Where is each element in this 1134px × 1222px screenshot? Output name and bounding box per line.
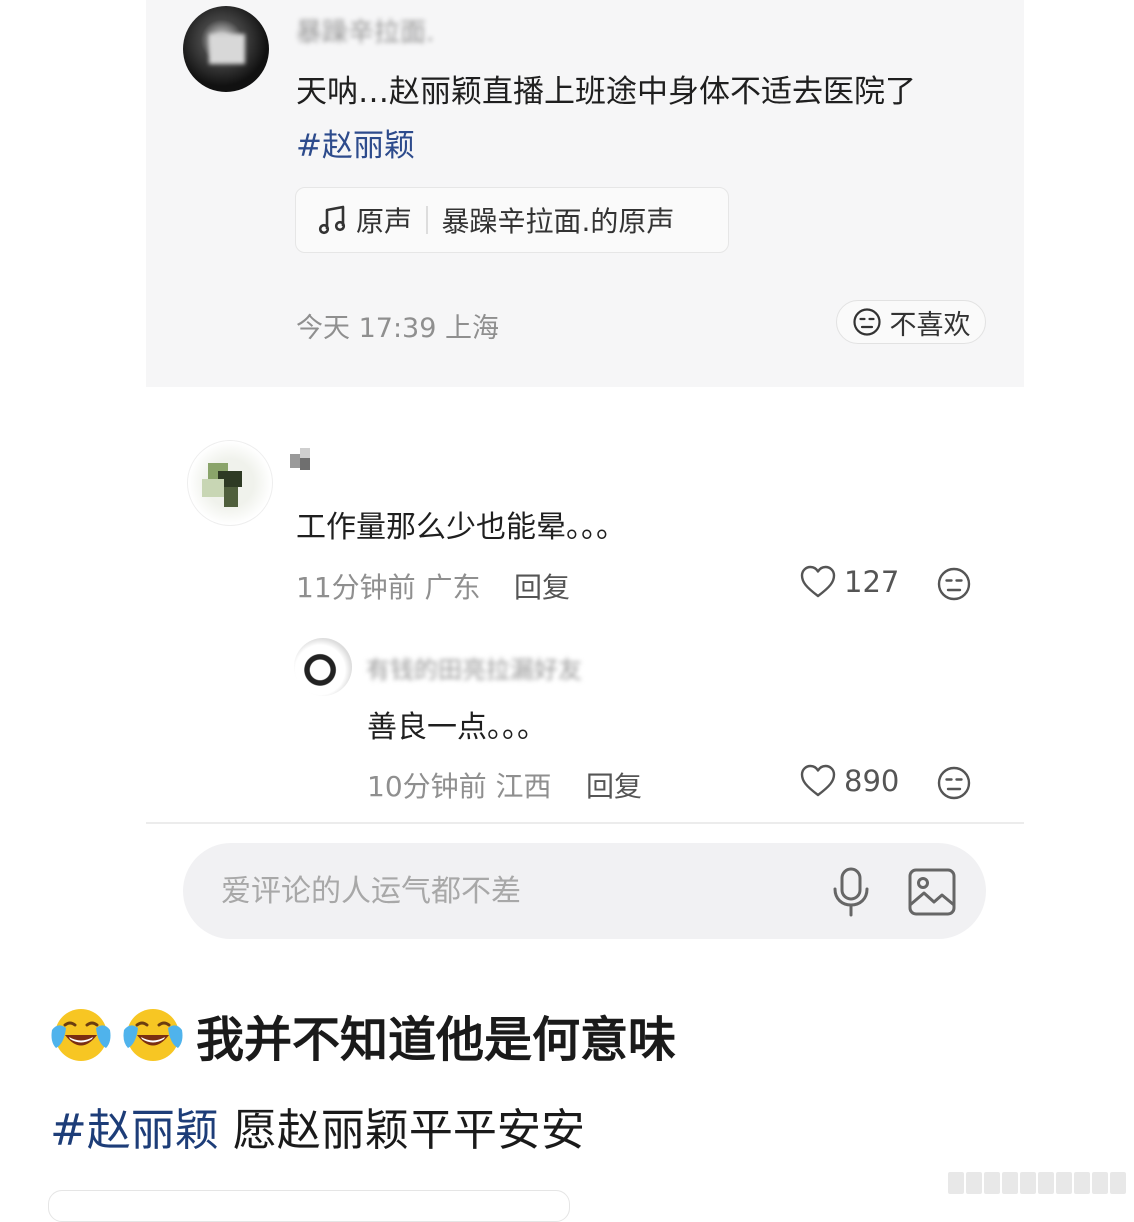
post-author-name[interactable]: 暴躁辛拉面.	[296, 12, 434, 48]
sound-chip-divider	[426, 206, 428, 234]
section-divider	[146, 822, 1024, 824]
music-note-icon	[318, 205, 346, 235]
watermark	[948, 1172, 1126, 1194]
hashtag-link[interactable]: #赵丽颖	[50, 1105, 219, 1156]
face-with-tears-of-joy-icon	[123, 1009, 183, 1061]
comment-author-name[interactable]	[290, 448, 312, 472]
comment-input[interactable]	[219, 867, 783, 915]
reply-author-name[interactable]: 有钱的田亮拉漏好友	[366, 650, 582, 684]
heart-icon	[800, 764, 836, 797]
reply-text: 善良一点。。。	[367, 710, 547, 745]
microphone-icon[interactable]	[829, 867, 873, 917]
hashtag-line-text: 愿赵丽颖平平安安	[218, 1105, 585, 1156]
reply-button[interactable]: 回复	[586, 765, 642, 805]
caption-text: 我并不知道他是何意味	[196, 1012, 677, 1068]
comment-avatar[interactable]	[187, 440, 273, 526]
heart-icon	[800, 565, 836, 598]
comment-timestamp-location: 11分钟前 广东	[296, 571, 481, 604]
like-count: 890	[844, 764, 900, 798]
hashtag-line: #赵丽颖 愿赵丽颖平平安安	[50, 1094, 585, 1158]
sound-tag-label: 原声	[356, 205, 413, 238]
face-with-tears-of-joy-icon	[51, 1009, 111, 1061]
comment-input-bar	[183, 843, 986, 939]
reply-timestamp-location: 10分钟前 江西	[367, 770, 552, 803]
like-button[interactable]: 890	[800, 764, 899, 798]
dislike-button[interactable]: 不喜欢	[836, 300, 986, 344]
post-author-avatar[interactable]	[183, 6, 269, 92]
dislike-label: 不喜欢	[889, 309, 971, 341]
post-timestamp-location: 今天 17:39 上海	[296, 313, 499, 344]
meh-face-icon	[937, 766, 971, 800]
post-text: 天呐…赵丽颖直播上班途中身体不适去医院了	[296, 74, 916, 110]
comment-dislike-button[interactable]	[936, 566, 972, 606]
caption-line: 我并不知道他是何意味	[50, 1000, 676, 1070]
sound-name: 暴躁辛拉面.的原声	[441, 205, 675, 238]
like-button[interactable]: 127	[800, 565, 899, 599]
image-icon[interactable]	[907, 867, 957, 917]
original-sound-chip[interactable]: 原声 暴躁辛拉面.的原声	[295, 187, 729, 253]
like-count: 127	[844, 565, 900, 599]
reply-avatar[interactable]	[294, 638, 352, 696]
post-hashtag-link[interactable]: #赵丽颖	[296, 120, 415, 165]
meh-face-icon	[937, 567, 971, 601]
meh-face-icon	[852, 308, 881, 336]
next-card-edge	[48, 1190, 570, 1222]
comment-dislike-button[interactable]	[936, 765, 972, 805]
comment-text: 工作量那么少也能晕。。。	[296, 510, 626, 545]
reply-button[interactable]: 回复	[514, 566, 570, 606]
